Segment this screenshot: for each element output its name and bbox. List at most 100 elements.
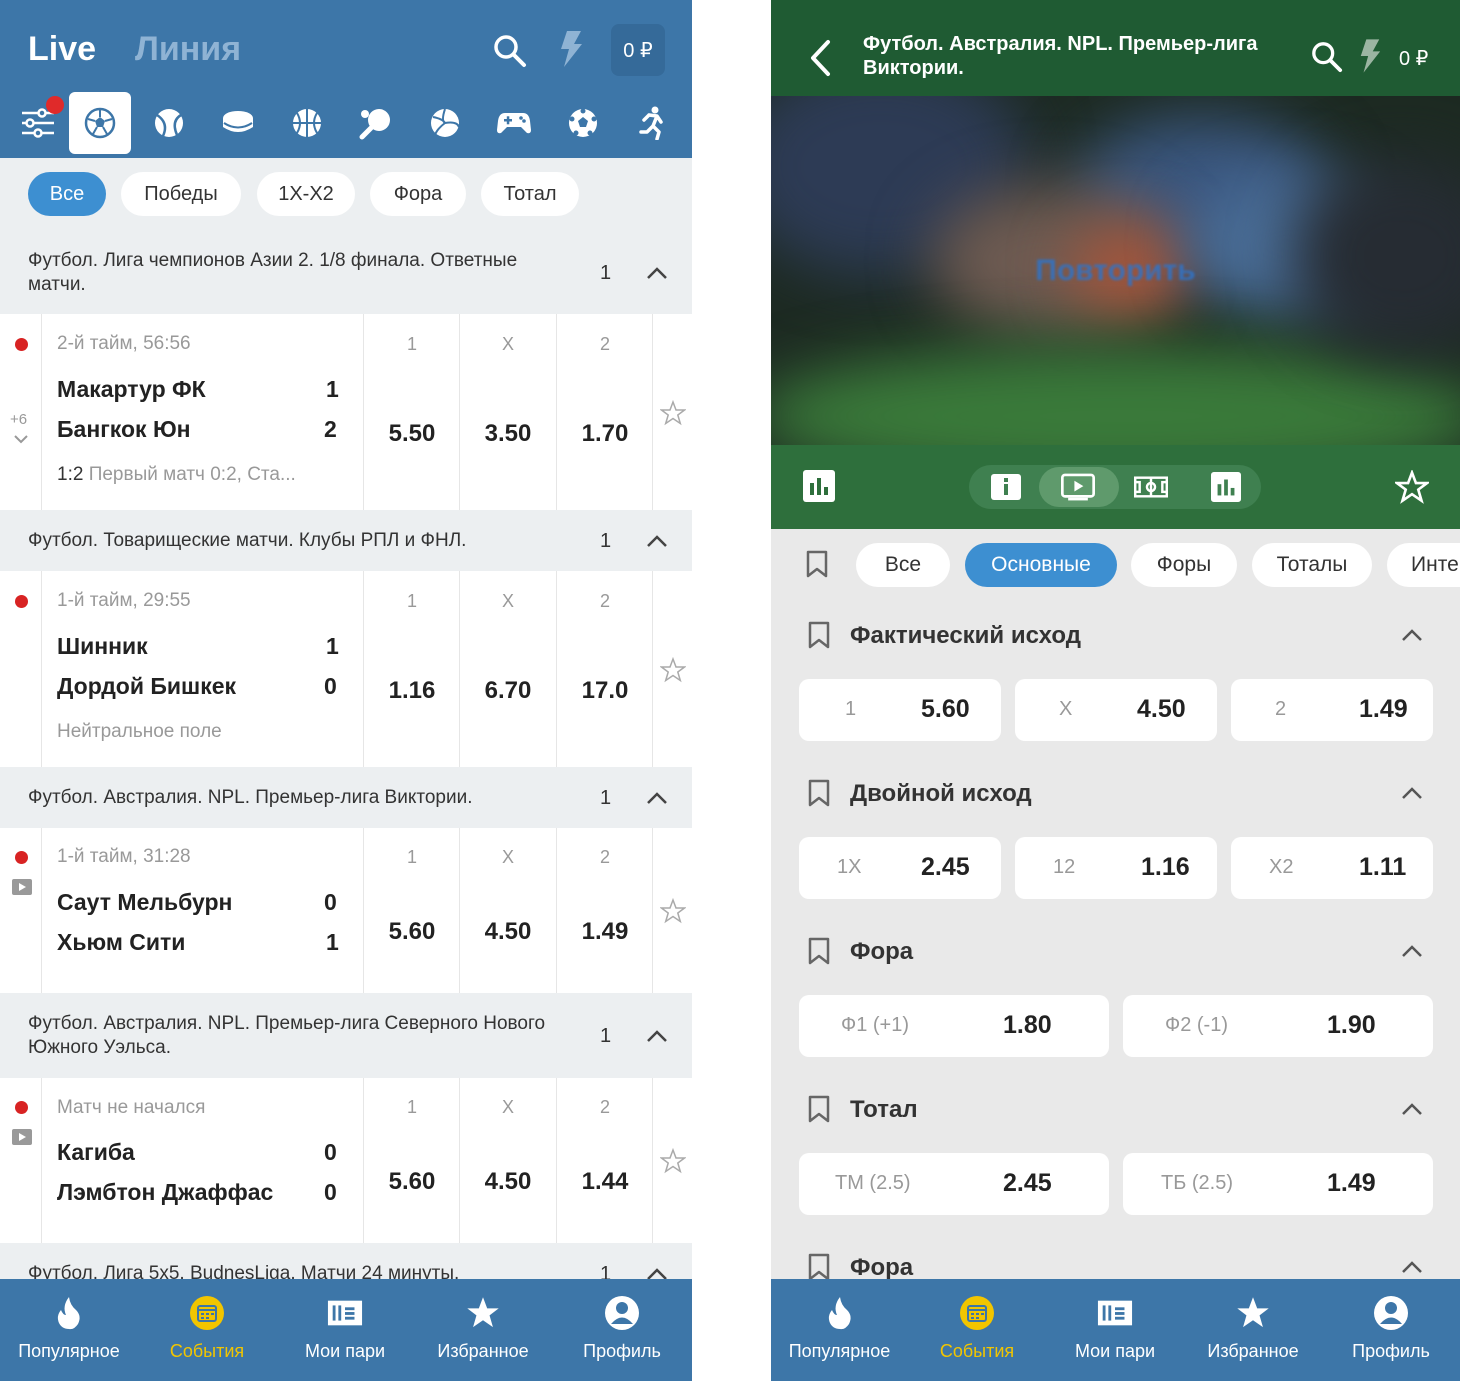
chevron-up-icon[interactable] [1401,944,1423,958]
odd-cell-x[interactable]: X 4.50 [459,1078,555,1243]
odd-cell-2[interactable]: 2 1.44 [556,1078,652,1243]
bookmark-icon[interactable] [808,1253,830,1281]
balance-button[interactable]: 0 ₽ [1399,46,1428,71]
esports-icon[interactable] [483,92,545,154]
basketball-icon[interactable] [276,92,338,154]
tab-live[interactable]: Live [28,30,96,69]
star-icon[interactable] [660,1148,686,1174]
nav-events[interactable]: События [908,1279,1046,1381]
video-stream-icon[interactable] [12,879,32,895]
field-icon[interactable] [1134,470,1168,504]
tennis-icon[interactable] [138,92,200,154]
bookmark-icon[interactable] [808,937,830,965]
odd-cell-1[interactable]: 1 5.60 [363,828,459,993]
nav-my-bets[interactable]: Мои пари [276,1279,414,1381]
back-arrow-icon[interactable] [808,39,832,77]
video-player[interactable]: Повторить [771,96,1460,445]
chip-all[interactable]: Все [28,172,106,216]
odd-value: 5.60 [388,1168,436,1195]
hockey-icon[interactable] [207,92,269,154]
league-header[interactable]: Футбол. Австралия. NPL. Премьер-лига Сев… [0,993,692,1078]
chip-totals[interactable]: Тоталы [1252,543,1372,587]
bookmark-icon[interactable] [808,621,830,649]
odd-cell-2[interactable]: 2 1.70 [556,314,652,510]
chip-wins[interactable]: Победы [121,172,241,216]
outcome-button[interactable]: ТМ (2.5) 2.45 [799,1153,1109,1215]
chip-handicaps[interactable]: Форы [1131,543,1237,587]
odd-cell-2[interactable]: 2 17.0 [556,571,652,767]
league-header[interactable]: Футбол. Товарищеские матчи. Клубы РПЛ и … [0,510,692,571]
chevron-up-icon[interactable] [646,1029,668,1043]
chip-total[interactable]: Тотал [481,172,579,216]
odd-cell-1[interactable]: 1 5.60 [363,1078,459,1243]
chevron-up-icon[interactable] [1401,1260,1423,1274]
bookmark-icon[interactable] [808,779,830,807]
nav-favorites[interactable]: Избранное [414,1279,552,1381]
search-icon[interactable] [493,34,527,73]
match-card[interactable]: Матч не начался Кагиба 0 Лэмбтон Джаффас… [0,1078,692,1243]
outcome-button[interactable]: X 4.50 [1015,679,1217,741]
nav-profile[interactable]: Профиль [1322,1279,1460,1381]
odd-cell-2[interactable]: 2 1.49 [556,828,652,993]
chevron-down-icon[interactable] [13,434,29,444]
outcome-button[interactable]: 2 1.49 [1231,679,1433,741]
outcome-button[interactable]: X2 1.11 [1231,837,1433,899]
nav-my-bets[interactable]: Мои пари [1046,1279,1184,1381]
nav-favorites[interactable]: Избранное [1184,1279,1322,1381]
chevron-up-icon[interactable] [1401,786,1423,800]
nav-profile[interactable]: Профиль [552,1279,692,1381]
odd-cell-1[interactable]: 1 5.50 [363,314,459,510]
chip-1x-x2[interactable]: 1X-X2 [257,172,355,216]
odd-cell-x[interactable]: X 6.70 [459,571,555,767]
lightning-icon[interactable] [1358,37,1382,75]
bookmark-icon[interactable] [806,550,828,578]
match-card[interactable]: +6 2-й тайм, 56:56 Макартур ФК 1 Бангкок… [0,314,692,510]
outcome-button[interactable]: 1 5.60 [799,679,1001,741]
odd-cell-x[interactable]: X 4.50 [459,828,555,993]
chip-interesting[interactable]: Инте [1387,543,1460,587]
search-icon[interactable] [1311,41,1343,73]
replay-button[interactable]: Повторить [771,254,1460,288]
nav-popular[interactable]: Популярное [0,1279,138,1381]
chart-icon[interactable] [1209,470,1243,504]
outcome-button[interactable]: Ф2 (-1) 1.90 [1123,995,1433,1057]
chip-handicap[interactable]: Фора [370,172,466,216]
chip-main[interactable]: Основные [965,543,1117,587]
tab-line[interactable]: Линия [135,30,241,69]
star-icon[interactable] [660,400,686,426]
league-header[interactable]: Футбол. Лига чемпионов Азии 2. 1/8 финал… [0,232,692,314]
odd-cell-1[interactable]: 1 1.16 [363,571,459,767]
chevron-up-icon[interactable] [646,791,668,805]
lightning-icon[interactable] [558,30,584,73]
bookmark-icon[interactable] [808,1095,830,1123]
nav-events[interactable]: События [138,1279,276,1381]
chevron-up-icon[interactable] [1401,1102,1423,1116]
chevron-up-icon[interactable] [1401,628,1423,642]
video-play-icon[interactable] [1061,470,1095,504]
outcome-button[interactable]: ТБ (2.5) 1.49 [1123,1153,1433,1215]
chevron-up-icon[interactable] [646,534,668,548]
table-tennis-icon[interactable] [345,92,407,154]
star-icon[interactable] [660,898,686,924]
volleyball-icon[interactable] [414,92,476,154]
chip-all[interactable]: Все [856,543,950,587]
info-icon[interactable] [989,470,1023,504]
outcome-button[interactable]: 1X 2.45 [799,837,1001,899]
video-stream-icon[interactable] [12,1129,32,1145]
match-card[interactable]: 1-й тайм, 31:28 Саут Мельбурн 0 Хьюм Сит… [0,828,692,993]
star-icon[interactable] [1395,470,1429,504]
odd-cell-x[interactable]: X 3.50 [459,314,555,510]
league-header[interactable]: Футбол. Австралия. NPL. Премьер-лига Вик… [0,767,692,828]
outcome-button[interactable]: Ф1 (+1) 1.80 [799,995,1109,1057]
statistics-icon[interactable] [803,470,835,502]
match-card[interactable]: 1-й тайм, 29:55 Шинник 1 Дордой Бишкек 0… [0,571,692,767]
athletics-icon[interactable] [621,92,683,154]
futsal-icon[interactable] [552,92,614,154]
balance-button[interactable]: 0 ₽ [611,24,665,76]
football-icon[interactable] [69,92,131,154]
star-icon[interactable] [660,657,686,683]
nav-popular[interactable]: Популярное [771,1279,908,1381]
note-score: 1:2 [57,464,84,485]
outcome-button[interactable]: 12 1.16 [1015,837,1217,899]
chevron-up-icon[interactable] [646,266,668,280]
